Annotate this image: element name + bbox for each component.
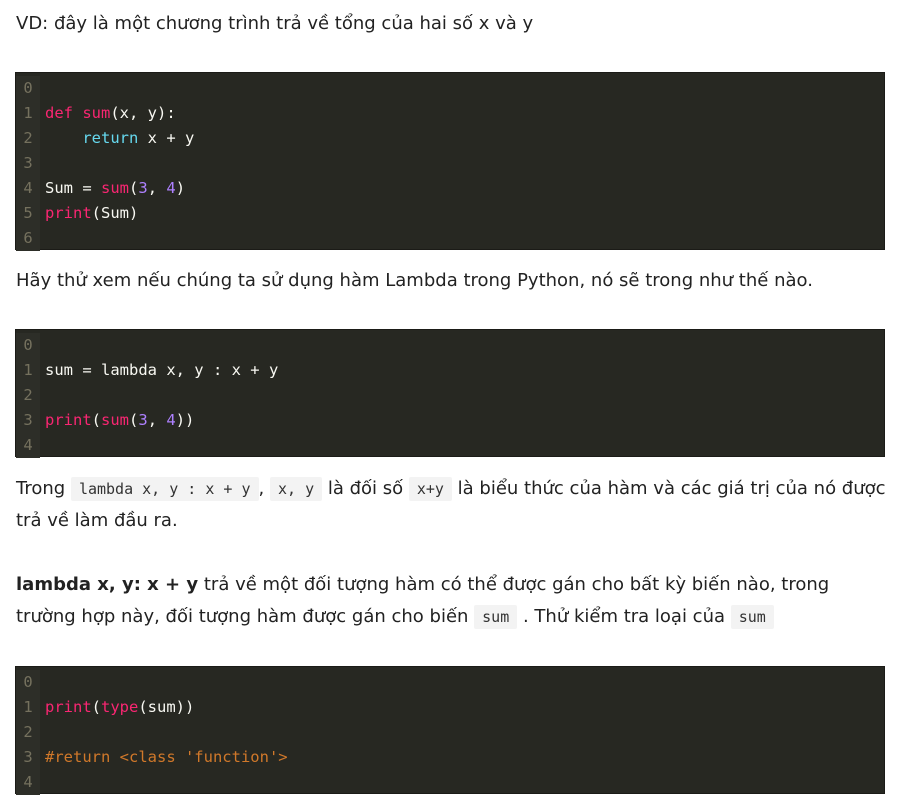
code-block-sum-function: 0 1 def sum(x, y): 2 return x + y 3 4 Sum … [15,72,885,251]
line-number: 5 [16,201,40,226]
code-text: (Sum) [91,204,139,222]
code-text: )) [175,411,195,429]
code-line: 1 def sum(x, y): [16,101,884,126]
code-line: 5 print(Sum) [16,201,884,226]
keyword: def [45,104,73,122]
code-line: 0 [16,670,884,695]
number-literal: 4 [166,179,176,197]
intro-paragraph: VD: đây là một chương trình trả về tổng … [16,13,534,34]
code-line: 0 [16,333,884,358]
bold-text: lambda x, y: x + y [16,574,199,595]
text: , [258,478,270,499]
function-name: print [45,411,92,429]
code-line: 3 print(sum(3, 4)) [16,408,884,433]
code-text: x + y [138,129,195,147]
code-block-lambda: 0 1 sum = lambda x, y : x + y 2 3 print(su… [15,329,885,458]
line-number: 4 [16,176,40,201]
function-name: print [45,204,92,222]
line-number: 3 [16,745,40,770]
code-line: 3 #return <class 'function'> [16,745,884,770]
code-text: , [147,411,167,429]
code-text: sum = lambda x, y : x + y [45,361,279,379]
code-line: 0 [16,76,884,101]
text: . Thử kiểm tra loại của [517,606,731,627]
function-name: type [101,698,139,716]
number-literal: 3 [138,179,148,197]
number-literal: 4 [166,411,176,429]
number-literal: 3 [138,411,148,429]
code-text: ( [129,179,139,197]
line-number: 2 [16,720,40,745]
code-text: (sum)) [138,698,195,716]
code-line: 2 return x + y [16,126,884,151]
line-number: 4 [16,433,40,458]
lambda-intro-paragraph: Hãy thử xem nếu chúng ta sử dụng hàm Lam… [16,270,813,291]
line-number: 2 [16,383,40,408]
line-number: 4 [16,770,40,795]
code-line: 1 sum = lambda x, y : x + y [16,358,884,383]
line-number: 3 [16,408,40,433]
line-number: 1 [16,695,40,720]
code-text: ( [91,411,102,429]
line-number: 1 [16,358,40,383]
code-line: 1 print(type(sum)) [16,695,884,720]
line-number: 0 [16,670,40,695]
line-number: 2 [16,126,40,151]
code-text: ( [129,411,139,429]
inline-code: sum [474,605,518,629]
code-line: 2 [16,383,884,408]
line-number: 3 [16,151,40,176]
code-line: 2 [16,720,884,745]
code-text: (x, y): [110,104,176,122]
line-number: 6 [16,226,40,251]
inline-code: lambda x, y : x + y [70,477,259,501]
code-block-type-check: 0 1 print(type(sum)) 2 3 #return <class 'f… [15,666,885,795]
keyword: return [82,129,139,147]
lambda-explanation-paragraph: Trong lambda x, y : x + y, x, y là đối s… [16,473,886,537]
inline-code: sum [730,605,774,629]
function-name: sum [101,179,129,197]
code-line: 4 Sum = sum(3, 4) [16,176,884,201]
line-number: 1 [16,101,40,126]
function-name: sum [82,104,111,122]
text: là đối số [322,478,409,499]
code-text: , [147,179,167,197]
code-line: 3 [16,151,884,176]
code-line: 4 [16,433,884,458]
function-name: print [45,698,92,716]
text: Trong [16,478,71,499]
inline-code: x+y [408,477,452,501]
code-comment: #return <class 'function'> [45,748,288,766]
code-text: Sum = [45,179,101,197]
line-number: 0 [16,76,40,101]
code-text: ( [91,698,102,716]
code-text: ) [175,179,186,197]
code-line: 4 [16,770,884,795]
function-name: sum [101,411,130,429]
code-line: 6 [16,226,884,251]
inline-code: x, y [269,477,323,501]
line-number: 0 [16,333,40,358]
function-object-paragraph: lambda x, y: x + y trả về một đối tượng … [16,569,886,633]
